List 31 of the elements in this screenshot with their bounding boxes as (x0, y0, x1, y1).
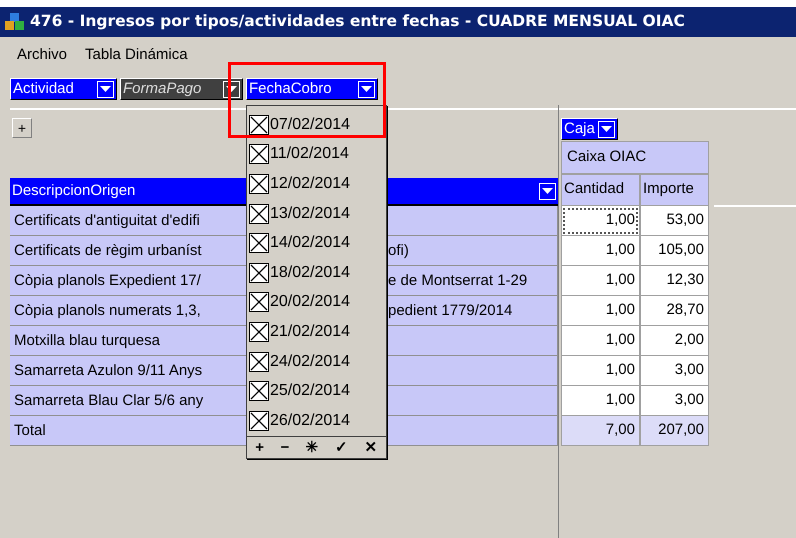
row-label: ofi) (388, 241, 409, 261)
column-header: Importe (640, 174, 709, 206)
table-cell: 1,00 (561, 326, 640, 356)
table-cell: 1,00 (561, 236, 640, 266)
row-label: Certificats de règim urbaníst (14, 241, 203, 261)
table-cell: 3,00 (640, 356, 709, 386)
table-cell: 53,00 (640, 206, 709, 236)
window-title: 476 - Ingresos por tipos/actividades entre fechas - CUADRE MENSUAL OIAC (30, 11, 685, 32)
table-cell: 1,00 (561, 266, 640, 296)
row-label: Samarreta Blau Clar 5/6 any (14, 391, 204, 411)
row-label: Còpia planols Expedient 17/ (14, 271, 202, 291)
table-cell: 28,70 (640, 296, 709, 326)
table-cell: 1,00 (561, 296, 640, 326)
table-cell: 1,00 (561, 386, 640, 416)
row-label: e de Montserrat 1-29 (388, 271, 528, 291)
row-label: Motxilla blau turquesa (14, 331, 161, 351)
table-cell: 3,00 (640, 386, 709, 416)
table-cell: 2,00 (640, 326, 709, 356)
table-cell: 1,00 (561, 206, 640, 236)
row-label: Còpia planols numerats 1,3, (14, 301, 202, 321)
row-label: Total (14, 421, 47, 441)
table-cell: 12,30 (640, 266, 709, 296)
table-cell: 7,00 (561, 416, 640, 446)
column-header: Caixa OIAC (561, 141, 709, 174)
column-header: Cantidad (561, 174, 640, 206)
table-cell: 105,00 (640, 236, 709, 266)
row-label: Certificats d'antiguitat d'edifi (14, 211, 201, 231)
table-cell: 207,00 (640, 416, 709, 446)
row-label: pedient 1779/2014 (388, 301, 512, 321)
table-cell: 1,00 (561, 356, 640, 386)
row-label: Samarreta Azulon 9/11 Anys (14, 361, 204, 381)
